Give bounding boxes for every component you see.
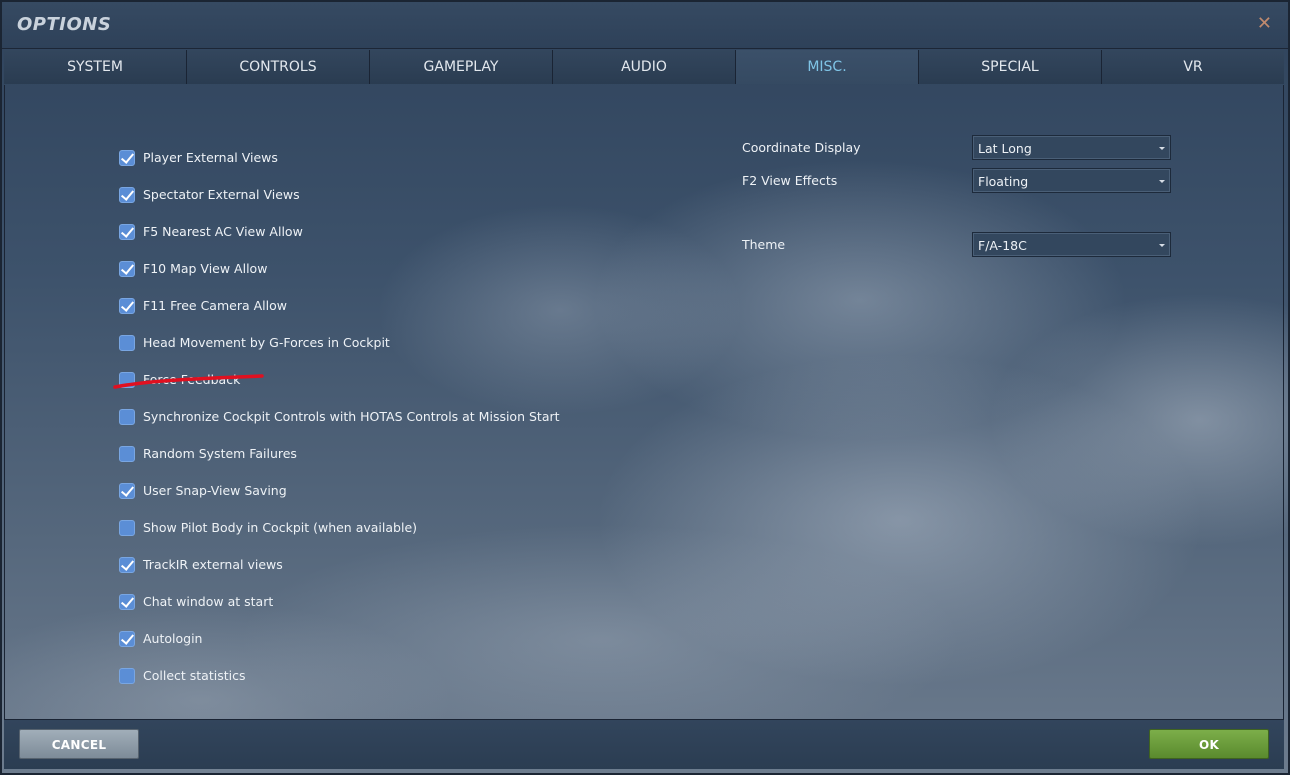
checkbox[interactable] [119, 297, 135, 314]
checkbox[interactable] [119, 593, 135, 610]
coordinate-display-value: Lat Long [978, 141, 1032, 156]
theme-value: F/A-18C [978, 238, 1027, 253]
checkbox-label: Collect statistics [143, 668, 246, 683]
tab-system[interactable]: SYSTEM [4, 50, 187, 84]
checkbox-row[interactable]: F5 Nearest AC View Allow [119, 213, 560, 250]
checkbox-label: Chat window at start [143, 594, 274, 609]
cancel-button[interactable]: CANCEL [19, 729, 139, 759]
red-underline-stroke [113, 374, 264, 389]
checkbox[interactable] [119, 408, 135, 425]
f2-view-effects-label: F2 View Effects [742, 173, 838, 188]
checkbox-row[interactable]: Spectator External Views [119, 176, 560, 213]
chevron-down-icon [1159, 147, 1165, 150]
checkbox-row[interactable]: Show Pilot Body in Cockpit (when availab… [119, 509, 560, 546]
checkbox[interactable] [119, 149, 135, 166]
checkbox-label: User Snap-View Saving [143, 483, 287, 498]
close-icon[interactable]: ✕ [1257, 14, 1272, 34]
ok-button[interactable]: OK [1149, 729, 1269, 759]
f2-view-effects-row: F2 View Effects Floating [742, 168, 1182, 194]
window-title: OPTIONS [17, 14, 112, 35]
tab-controls[interactable]: CONTROLS [187, 50, 370, 84]
checkbox-row[interactable]: Chat window at start [119, 583, 560, 620]
checkbox-label: F5 Nearest AC View Allow [143, 224, 303, 239]
theme-row: Theme F/A-18C [742, 232, 1182, 258]
checkbox-label: Autologin [143, 631, 203, 646]
checkbox[interactable] [119, 260, 135, 277]
checkbox[interactable] [119, 630, 135, 647]
checkbox-row[interactable]: Random System Failures [119, 435, 560, 472]
coordinate-display-row: Coordinate Display Lat Long [742, 135, 1182, 161]
checkbox-row[interactable]: User Snap-View Saving [119, 472, 560, 509]
checkbox[interactable] [119, 667, 135, 684]
tab-special[interactable]: SPECIAL [919, 50, 1102, 84]
checkbox[interactable] [119, 445, 135, 462]
checkbox-label: Synchronize Cockpit Controls with HOTAS … [143, 409, 560, 424]
checkbox[interactable] [119, 519, 135, 536]
checkbox-label: TrackIR external views [143, 557, 283, 572]
checkbox[interactable] [119, 334, 135, 351]
checkbox[interactable] [119, 186, 135, 203]
coordinate-display-select[interactable]: Lat Long [972, 135, 1171, 160]
checkbox-label: F11 Free Camera Allow [143, 298, 287, 313]
options-dialog: OPTIONS ✕ SYSTEM CONTROLS GAMEPLAY AUDIO MIS… [0, 0, 1290, 775]
checkbox-row[interactable]: F11 Free Camera Allow [119, 287, 560, 324]
checkbox-row[interactable]: Synchronize Cockpit Controls with HOTAS … [119, 398, 560, 435]
checkbox-label: Spectator External Views [143, 187, 300, 202]
red-underline-annotation [113, 374, 264, 389]
checkbox-list: Player External Views Spectator External … [119, 139, 560, 694]
checkbox-label: F10 Map View Allow [143, 261, 268, 276]
tab-bar: SYSTEM CONTROLS GAMEPLAY AUDIO MISC. SPECIAL V… [4, 50, 1284, 84]
theme-select[interactable]: F/A-18C [972, 232, 1171, 257]
checkbox-label: Head Movement by G-Forces in Cockpit [143, 335, 390, 350]
checkbox-row[interactable]: F10 Map View Allow [119, 250, 560, 287]
f2-view-effects-select[interactable]: Floating [972, 168, 1171, 193]
chevron-down-icon [1159, 244, 1165, 247]
checkbox-row[interactable]: Autologin [119, 620, 560, 657]
checkbox-label: Show Pilot Body in Cockpit (when availab… [143, 520, 418, 535]
checkbox-label: Random System Failures [143, 446, 297, 461]
footer-bar: CANCEL OK [4, 719, 1284, 769]
checkbox-row[interactable]: Head Movement by G-Forces in Cockpit [119, 324, 560, 361]
checkbox-row[interactable]: Collect statistics [119, 657, 560, 694]
chevron-down-icon [1159, 180, 1165, 183]
coordinate-display-label: Coordinate Display [742, 140, 861, 155]
tab-gameplay[interactable]: GAMEPLAY [370, 50, 553, 84]
tab-audio[interactable]: AUDIO [553, 50, 736, 84]
checkbox-label: Player External Views [143, 150, 278, 165]
misc-panel: Player External Views Spectator External … [4, 85, 1284, 719]
theme-label: Theme [742, 237, 786, 252]
tab-vr[interactable]: VR [1102, 50, 1284, 84]
checkbox[interactable] [119, 223, 135, 240]
checkbox-row[interactable]: TrackIR external views [119, 546, 560, 583]
checkbox[interactable] [119, 556, 135, 573]
checkbox[interactable] [119, 482, 135, 499]
title-bar: OPTIONS ✕ [2, 2, 1288, 49]
checkbox-row[interactable]: Player External Views [119, 139, 560, 176]
f2-view-effects-value: Floating [978, 174, 1029, 189]
tab-misc[interactable]: MISC. [736, 50, 919, 84]
